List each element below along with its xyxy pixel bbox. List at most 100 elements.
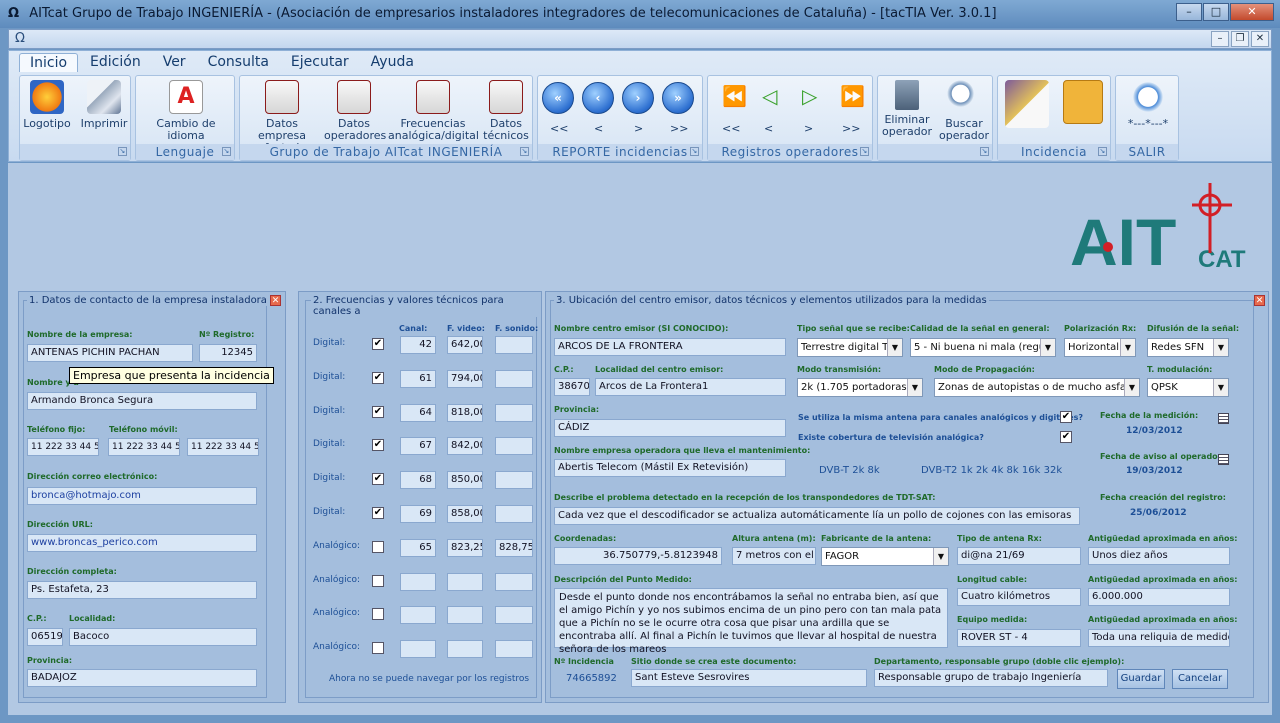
freq-row-sonido[interactable]: 828,75 [495, 538, 533, 557]
tab-consulta[interactable]: Consulta [198, 53, 279, 72]
dialog-launcher-icon[interactable]: ↘ [860, 147, 869, 156]
freq-row-canal[interactable]: 65 [400, 538, 436, 557]
cancelar-button[interactable]: Cancelar [1172, 669, 1228, 689]
freq-row-video[interactable]: 842,00 [447, 437, 483, 456]
mdi-minimize-button[interactable]: – [1211, 31, 1229, 47]
freq-row-canal[interactable]: 42 [400, 336, 436, 354]
freq-row-checkbox[interactable]: ✔ [372, 371, 384, 384]
maximize-button[interactable]: □ [1203, 3, 1229, 21]
coordenadas-field[interactable]: 36.750779,-5.8123948 [554, 547, 722, 565]
dialog-launcher-icon[interactable]: ↘ [118, 147, 127, 156]
freq-row-checkbox[interactable] [372, 642, 384, 655]
last-record-icon[interactable]: » [662, 82, 694, 114]
freq-row-checkbox[interactable] [372, 574, 384, 587]
dialog-launcher-icon[interactable]: ↘ [1098, 147, 1107, 156]
responsable-field[interactable]: Armando Bronca Segura [27, 392, 257, 410]
freq-row-video[interactable]: 794,00 [447, 369, 483, 388]
polarizacion-select[interactable]: Horizontal ▼ [1064, 338, 1136, 357]
dialog-launcher-icon[interactable]: ↘ [690, 147, 699, 156]
tipo-senal-select[interactable]: Terrestre digital TI ▼ [797, 338, 903, 357]
guardar-button[interactable]: Guardar [1117, 669, 1165, 689]
panel3-close-icon[interactable]: ✕ [1254, 295, 1265, 306]
registro-field[interactable]: 12345 [199, 344, 257, 362]
cobertura-checkbox[interactable]: ✔ [1060, 431, 1072, 443]
dialog-launcher-icon[interactable]: ↘ [520, 147, 529, 156]
freq-row-checkbox[interactable]: ✔ [372, 439, 384, 452]
provincia-field[interactable]: BADAJOZ [27, 669, 257, 687]
incidencia-documents-button[interactable] [1002, 80, 1052, 132]
freq-row-video[interactable] [447, 606, 483, 625]
freq-row-canal[interactable]: 69 [400, 505, 436, 523]
freq-row-sonido[interactable] [495, 572, 533, 591]
misma-antena-checkbox[interactable]: ✔ [1060, 411, 1072, 423]
freq-row-sonido[interactable] [495, 336, 533, 354]
freq-row-video[interactable] [447, 572, 483, 591]
freq-row-canal[interactable]: 67 [400, 437, 436, 456]
freq-row-checkbox[interactable]: ✔ [372, 405, 384, 418]
logotipo-button[interactable]: Logotipo [22, 80, 72, 130]
centro-emisor-field[interactable]: ARCOS DE LA FRONTERA [554, 338, 786, 356]
antiguedad-equipo-field[interactable]: Toda una reliquia de medido [1088, 629, 1230, 647]
freq-row-canal[interactable]: 64 [400, 403, 436, 422]
freq-row-canal[interactable] [400, 606, 436, 625]
direccion-field[interactable]: Ps. Estafeta, 23 [27, 581, 257, 599]
cp-field[interactable]: 06519 [27, 628, 63, 646]
freq-row-checkbox[interactable]: ✔ [372, 473, 384, 486]
freq-row-video[interactable]: 642,00 [447, 336, 483, 354]
freq-row-canal[interactable]: 68 [400, 471, 436, 490]
freq-row-video[interactable]: 858,00 [447, 505, 483, 523]
nombre-empresa-field[interactable]: ANTENAS PICHIN PACHAN [27, 344, 193, 362]
freq-row-sonido[interactable] [495, 369, 533, 388]
email-field[interactable]: bronca@hotmajo.com [27, 487, 257, 505]
descripcion-textarea[interactable]: Desde el punto donde nos encontrábamos l… [554, 588, 948, 655]
fabricante-select[interactable]: FAGOR ▼ [821, 547, 949, 566]
cambio-idioma-button[interactable]: A Cambio de idioma [138, 80, 234, 142]
tab-inicio[interactable]: Inicio [19, 53, 79, 72]
next-operator-icon[interactable]: ▷ [802, 86, 817, 106]
modo-transmision-select[interactable]: 2k (1.705 portadoras) ▼ [797, 378, 923, 397]
antiguedad-cable-field[interactable]: 6.000.000 [1088, 588, 1230, 606]
telefono-movil-field[interactable]: 11 222 33 44 55 [108, 438, 180, 456]
last-operator-icon[interactable]: ⏩ [840, 86, 865, 106]
first-record-icon[interactable]: « [542, 82, 574, 114]
localidad-emisor-field[interactable]: Arcos de La Frontera1 [595, 378, 786, 396]
url-field[interactable]: www.broncas_perico.com [27, 534, 257, 552]
freq-row-checkbox[interactable]: ✔ [372, 507, 384, 519]
equipo-field[interactable]: ROVER ST - 4 [957, 629, 1081, 647]
close-button[interactable]: ✕ [1230, 3, 1274, 21]
tab-ayuda[interactable]: Ayuda [361, 53, 424, 72]
next-record-icon[interactable]: › [622, 82, 654, 114]
prev-operator-icon[interactable]: ◁ [762, 86, 777, 106]
departamento-field[interactable]: Responsable grupo de trabajo Ingeniería [874, 669, 1108, 687]
freq-row-canal[interactable]: 61 [400, 369, 436, 388]
freq-row-checkbox[interactable] [372, 608, 384, 621]
freq-row-canal[interactable] [400, 572, 436, 591]
difusion-select[interactable]: Redes SFN ▼ [1147, 338, 1229, 357]
freq-row-sonido[interactable] [495, 505, 533, 523]
localidad-field[interactable]: Bacoco [69, 628, 257, 646]
altura-field[interactable]: 7 metros con el p [732, 547, 816, 565]
mdi-close-button[interactable]: ✕ [1251, 31, 1269, 47]
freq-row-sonido[interactable] [495, 606, 533, 625]
dialog-launcher-icon[interactable]: ↘ [222, 147, 231, 156]
frecuencias-button[interactable]: Frecuencias analógica/digital [388, 80, 479, 142]
tab-edicion[interactable]: Edición [80, 53, 151, 72]
tipo-antena-field[interactable]: di@na 21/69 [957, 547, 1081, 565]
freq-row-video[interactable]: 823,25 [447, 538, 483, 557]
fecha-aviso-value[interactable]: 19/03/2012 [1126, 466, 1183, 476]
calendar-icon[interactable] [1218, 413, 1229, 424]
first-operator-icon[interactable]: ⏪ [722, 86, 747, 106]
freq-row-checkbox[interactable] [372, 540, 384, 553]
modo-propagacion-select[interactable]: Zonas de autopistas o de mucho asfalto ▼ [934, 378, 1140, 397]
minimize-button[interactable]: – [1176, 3, 1202, 21]
freq-row-sonido[interactable] [495, 403, 533, 422]
freq-row-checkbox[interactable]: ✔ [372, 338, 384, 350]
salir-button[interactable]: *---*---* [1118, 80, 1178, 130]
problema-field[interactable]: Cada vez que el descodificador se actual… [554, 507, 1080, 525]
mdi-restore-button[interactable]: ❐ [1231, 31, 1249, 47]
previous-record-icon[interactable]: ‹ [582, 82, 614, 114]
freq-row-video[interactable] [447, 640, 483, 659]
freq-row-canal[interactable] [400, 640, 436, 659]
panel1-close-icon[interactable]: ✕ [270, 295, 281, 306]
cp-emisor-field[interactable]: 38670 [554, 378, 590, 396]
